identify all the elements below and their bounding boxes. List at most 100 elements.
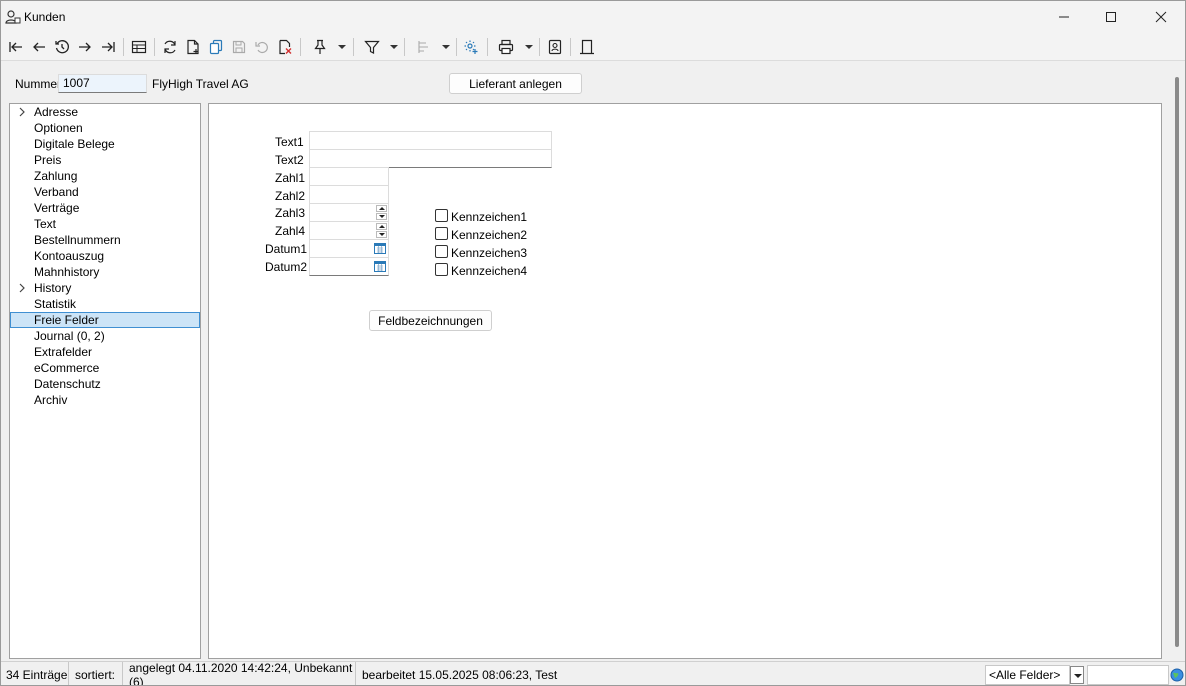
refresh-button[interactable] — [160, 37, 180, 57]
pin-dropdown-icon[interactable] — [338, 45, 346, 49]
sidebar-item-label: History — [34, 281, 72, 295]
sidebar-item[interactable]: Datenschutz — [10, 376, 200, 392]
sidebar-item[interactable]: Zahlung — [10, 168, 200, 184]
spin-up-icon[interactable] — [376, 223, 387, 230]
filter-button[interactable] — [362, 37, 382, 57]
zahl4-spin-buttons[interactable] — [376, 223, 387, 238]
sidebar-item[interactable]: Statistik — [10, 296, 200, 312]
settings-button[interactable] — [461, 37, 481, 57]
text2-field[interactable] — [309, 149, 552, 168]
zahl2-field[interactable] — [309, 185, 389, 204]
new-record-button[interactable] — [183, 37, 203, 57]
previous-record-button[interactable] — [29, 37, 49, 57]
sidebar-item[interactable]: History — [10, 280, 200, 296]
chevron-right-icon[interactable] — [18, 107, 26, 117]
zahl3-spin-buttons[interactable] — [376, 205, 387, 220]
filter-dropdown-icon[interactable] — [390, 45, 398, 49]
sidebar-item[interactable]: Extrafelder — [10, 344, 200, 360]
undo-icon — [255, 41, 268, 54]
copy-record-button[interactable] — [206, 37, 226, 57]
vertical-scrollbar[interactable] — [1169, 61, 1185, 659]
scrollbar-thumb[interactable] — [1175, 77, 1179, 647]
sidebar-item[interactable]: Kontoauszug — [10, 248, 200, 264]
last-record-button[interactable] — [98, 37, 118, 57]
settings-icon — [464, 40, 478, 54]
create-supplier-button[interactable]: Lieferant anlegen — [449, 73, 582, 94]
sidebar-item-label: Digitale Belege — [34, 137, 115, 151]
contact-card-icon — [548, 39, 562, 55]
sidebar-item[interactable]: Text — [10, 216, 200, 232]
kennzeichen3-checkbox[interactable] — [435, 245, 448, 258]
window-title: Kunden — [24, 10, 66, 24]
field-select-dropdown[interactable] — [1070, 666, 1084, 684]
text1-label: Text1 — [275, 135, 304, 149]
sidebar-item[interactable]: Journal (0, 2) — [10, 328, 200, 344]
maximize-button[interactable] — [1088, 1, 1134, 33]
calendar-icon[interactable] — [374, 242, 386, 254]
print-button[interactable] — [496, 37, 516, 57]
field-select[interactable]: <Alle Felder> — [985, 665, 1070, 685]
globe-search-icon[interactable] — [1170, 668, 1184, 682]
sidebar-item-label: Extrafelder — [34, 345, 93, 359]
pin-button[interactable] — [310, 37, 330, 57]
sidebar-item[interactable]: Digitale Belege — [10, 136, 200, 152]
sort-dropdown-icon[interactable] — [442, 45, 450, 49]
calendar-icon[interactable] — [374, 260, 386, 272]
door-exit-icon — [580, 39, 594, 55]
spin-down-icon[interactable] — [376, 231, 387, 238]
sidebar-item[interactable]: eCommerce — [10, 360, 200, 376]
sidebar-item-label: Statistik — [34, 297, 77, 311]
sidebar-item[interactable]: Optionen — [10, 120, 200, 136]
text2-label: Text2 — [275, 153, 304, 167]
number-field[interactable]: 1007 — [58, 74, 147, 93]
sidebar-item[interactable]: Bestellnummern — [10, 232, 200, 248]
table-view-button[interactable] — [129, 37, 149, 57]
save-icon — [232, 40, 246, 54]
field-names-button[interactable]: Feldbezeichnungen — [369, 310, 492, 331]
minimize-button[interactable] — [1041, 1, 1087, 33]
zahl3-stepper[interactable] — [309, 203, 389, 222]
kennzeichen3-label: Kennzeichen3 — [451, 246, 528, 260]
sort-button[interactable] — [414, 37, 434, 57]
sidebar-item[interactable]: Verband — [10, 184, 200, 200]
zahl1-field[interactable] — [309, 167, 389, 186]
text1-field[interactable] — [309, 131, 552, 150]
save-button[interactable] — [229, 37, 249, 57]
datum1-field[interactable] — [309, 239, 389, 258]
title-bar: Kunden — [1, 1, 1185, 33]
toolbar-separator — [353, 38, 354, 56]
exit-button[interactable] — [577, 37, 597, 57]
spin-up-icon[interactable] — [376, 205, 387, 212]
first-record-button[interactable] — [6, 37, 26, 57]
sidebar-item[interactable]: Mahnhistory — [10, 264, 200, 280]
sort-status: sortiert: — [70, 662, 123, 685]
kennzeichen1-checkbox[interactable] — [435, 209, 448, 222]
edited-info: bearbeitet 15.05.2025 08:06:23, Test — [362, 667, 558, 682]
datum2-label: Datum2 — [265, 260, 308, 274]
sidebar-item-label: Optionen — [34, 121, 83, 135]
sidebar-item[interactable]: Freie Felder — [10, 312, 200, 328]
print-icon — [498, 39, 514, 55]
search-input[interactable] — [1087, 665, 1169, 685]
history-button[interactable] — [52, 37, 72, 57]
close-button[interactable] — [1138, 1, 1184, 33]
spin-down-icon[interactable] — [376, 213, 387, 220]
sidebar-item[interactable]: Preis — [10, 152, 200, 168]
filter-icon — [364, 40, 380, 54]
next-icon — [79, 42, 91, 52]
zahl4-stepper[interactable] — [309, 221, 389, 240]
undo-button[interactable] — [252, 37, 272, 57]
sidebar-item[interactable]: Archiv — [10, 392, 200, 408]
kennzeichen4-checkbox[interactable] — [435, 263, 448, 276]
next-record-button[interactable] — [75, 37, 95, 57]
datum2-field[interactable] — [309, 257, 389, 276]
print-dropdown-icon[interactable] — [525, 45, 533, 49]
contact-card-button[interactable] — [545, 37, 565, 57]
sidebar-item[interactable]: Adresse — [10, 104, 200, 120]
sidebar-item[interactable]: Verträge — [10, 200, 200, 216]
delete-record-button[interactable] — [275, 37, 295, 57]
kennzeichen2-checkbox[interactable] — [435, 227, 448, 240]
new-doc-icon — [187, 39, 199, 55]
chevron-right-icon[interactable] — [18, 283, 26, 293]
pin-icon — [314, 39, 326, 54]
